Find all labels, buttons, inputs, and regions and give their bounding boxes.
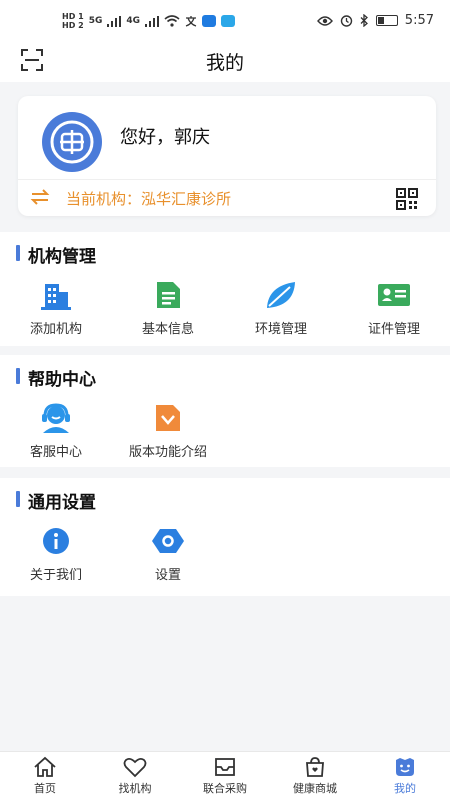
title-bar: 我的 [0,42,450,82]
settings-label: 设置 [154,568,181,583]
inbox-icon [215,758,235,776]
tab-mine-label: 我的 [394,782,416,795]
current-org-row[interactable]: 当前机构：泓华汇康诊所 [18,180,436,216]
profile-card: 您好，郭庆 当前机构：泓华汇康诊所 [18,96,436,216]
shopping-bag-icon [306,757,324,777]
tab-find-org-label: 找机构 [118,782,152,795]
version-features-label: 版本功能介绍 [128,445,207,460]
certificate-label: 证件管理 [367,322,420,337]
avatar[interactable] [42,112,102,172]
add-org-label: 添加机构 [29,322,82,337]
tab-home[interactable]: 首页 [0,752,90,800]
hd1-text: HD 1 [62,12,84,21]
tab-health-mall[interactable]: 健康商城 [270,752,360,800]
home-icon [34,756,56,777]
app-icon-blue [202,15,216,27]
section-title-org-management: 机构管理 [16,242,96,267]
signal-icon [107,15,122,27]
clinic-logo-icon [50,120,94,164]
status-icons-left: HD 1 HD 2 5G 4G [62,12,235,30]
swap-icon [30,189,50,205]
current-org-text: 当前机构：泓华汇康诊所 [66,190,232,208]
building-icon [41,284,71,310]
settings-hex-icon [152,529,184,553]
leaf-icon [267,282,295,308]
section-help-center: 帮助中心 客服中心 版本功能介绍 [0,355,450,467]
status-bar: HD 1 HD 2 5G 4G 5:57 [0,0,450,42]
basic-info-label: 基本信息 [141,322,194,337]
battery-icon [375,15,398,26]
section-general-settings: 通用设置 关于我们 设置 [0,478,450,596]
tab-find-org[interactable]: 找机构 [90,752,180,800]
hd-indicator: HD 1 HD 2 [62,12,84,30]
version-features-button[interactable]: 版本功能介绍 [112,403,224,460]
alarm-icon [340,15,352,27]
basic-info-button[interactable]: 基本信息 [112,280,224,337]
settings-button[interactable]: 设置 [112,526,224,583]
customer-service-label: 客服中心 [29,445,82,460]
tab-joint-purchase[interactable]: 联合采购 [180,752,270,800]
bluetooth-icon [360,14,368,27]
page-title: 我的 [205,52,244,74]
customer-service-icon [42,403,70,433]
add-org-button[interactable]: 添加机构 [0,280,112,337]
status-icons-right: 5:57 [316,13,434,28]
about-us-button[interactable]: 关于我们 [0,526,112,583]
tab-joint-purchase-label: 联合采购 [203,782,247,795]
environment-button[interactable]: 环境管理 [225,280,337,337]
id-card-icon [378,284,410,306]
section-title-general-settings: 通用设置 [16,488,96,513]
section-org-management: 机构管理 添加机构 基本信息 环境管理 证件管理 [0,232,450,346]
eye-icon [316,15,333,26]
info-icon [43,528,69,554]
smile-face-icon [396,758,414,776]
environment-label: 环境管理 [254,322,307,337]
document-icon [157,282,180,308]
hd2-text: HD 2 [62,21,84,30]
certificate-button[interactable]: 证件管理 [338,280,450,337]
qr-code-icon[interactable] [396,188,418,210]
net2-text: 4G [126,16,140,26]
version-doc-icon [156,405,180,431]
bottom-tab-bar: 首页 找机构 联合采购 健康商城 我的 [0,751,450,800]
tab-home-label: 首页 [34,782,56,795]
clock-text: 5:57 [404,13,434,28]
section-title-help-center: 帮助中心 [16,365,96,390]
app-icon-cyan [221,15,235,27]
tab-health-mall-label: 健康商城 [293,782,337,795]
signal-icon-2 [145,15,159,27]
wifi-icon [164,15,180,27]
tab-mine[interactable]: 我的 [360,752,450,800]
net1-text: 5G [88,16,103,26]
about-us-label: 关于我们 [29,568,82,583]
greeting-text: 您好，郭庆 [120,127,210,148]
heart-icon [123,757,147,778]
translate-icon [185,16,197,27]
customer-service-button[interactable]: 客服中心 [0,403,112,460]
